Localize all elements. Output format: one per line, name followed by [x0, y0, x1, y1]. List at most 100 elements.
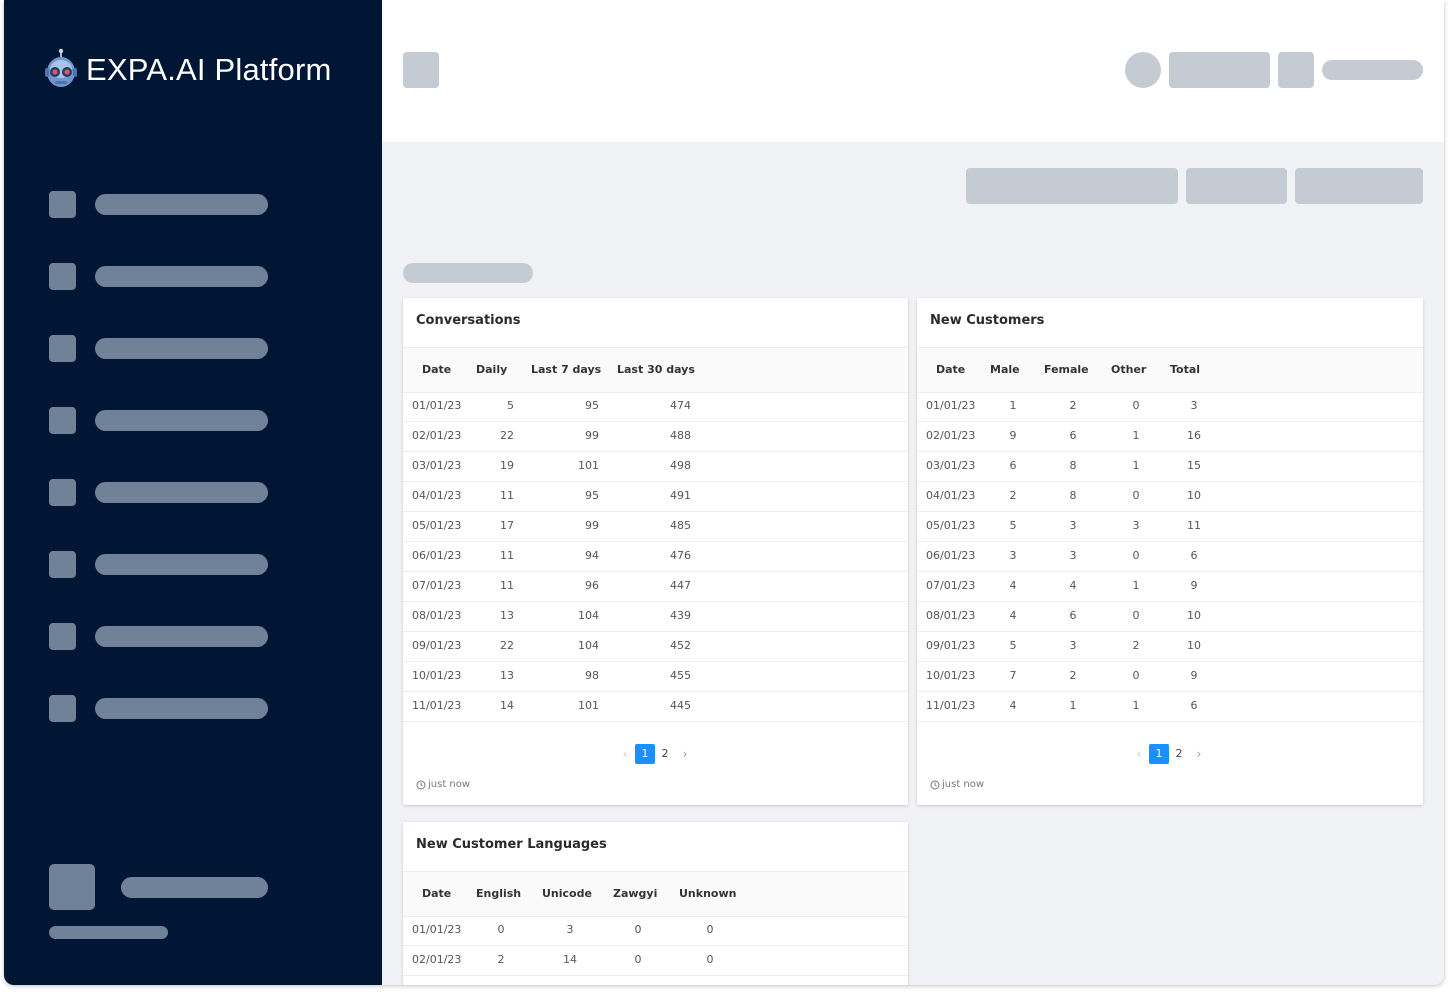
table-cell: 1: [1132, 699, 1140, 712]
header-avatar-placeholder[interactable]: [1125, 52, 1161, 88]
card-title: New Customers: [930, 313, 1045, 328]
table-cell: 96: [585, 579, 599, 592]
nav-icon-placeholder: [49, 334, 76, 362]
table-cell: 1: [1069, 699, 1077, 712]
app-title: EXPA.AI Platform: [86, 52, 332, 87]
column-header[interactable]: Unknown: [679, 872, 736, 916]
column-header[interactable]: Unicode: [542, 872, 592, 916]
table-cell: 452: [670, 639, 691, 652]
nav-label-placeholder: [95, 193, 268, 215]
table-cell: 3: [1132, 519, 1140, 532]
table-cell: 05/01/23: [926, 519, 976, 532]
table-row[interactable]: 11/01/23 4 1 1 6: [917, 691, 1423, 722]
table-cell: 13: [500, 669, 514, 682]
nav-icon-placeholder: [49, 694, 76, 722]
nav-item-1[interactable]: [49, 190, 268, 218]
table-row[interactable]: 08/01/23 13 104 439: [403, 601, 908, 632]
table-cell: 6: [1069, 429, 1077, 442]
column-header[interactable]: Female: [1044, 348, 1089, 392]
user-avatar-placeholder[interactable]: [49, 864, 95, 910]
table-cell: 11: [500, 549, 514, 562]
page-1-button[interactable]: 1: [635, 744, 655, 764]
table-cell: 9: [1009, 429, 1017, 442]
table-row[interactable]: 04/01/23 11 95 491: [403, 481, 908, 512]
column-header[interactable]: Date: [422, 872, 451, 916]
nav-item-2[interactable]: [49, 262, 268, 290]
page-2-button[interactable]: 2: [1169, 744, 1189, 764]
table-row[interactable]: 01/01/23 0 3 0 0: [403, 915, 908, 946]
table-row[interactable]: 09/01/23 22 104 452: [403, 631, 908, 662]
brand[interactable]: EXPA.AI Platform: [44, 48, 332, 92]
table-cell: 3: [1069, 639, 1077, 652]
table-cell: 7: [1009, 669, 1017, 682]
column-header[interactable]: Male: [990, 348, 1020, 392]
nav-item-8[interactable]: [49, 694, 268, 722]
table-cell: 15: [1187, 459, 1201, 472]
chevron-left-icon[interactable]: ‹: [615, 747, 635, 761]
table-row[interactable]: 04/01/23 2 8 0 10: [917, 481, 1423, 512]
column-header[interactable]: Zawgyi: [613, 872, 657, 916]
table-row[interactable]: 08/01/23 4 6 0 10: [917, 601, 1423, 632]
table-row[interactable]: 06/01/23 11 94 476: [403, 541, 908, 572]
column-header[interactable]: Last 7 days: [531, 348, 601, 392]
table-row[interactable]: 03/01/23 6 8 1 15: [917, 451, 1423, 482]
table-cell: 5: [1009, 519, 1017, 532]
nav-item-7[interactable]: [49, 622, 268, 650]
table-row[interactable]: 05/01/23 17 99 485: [403, 511, 908, 542]
filter-placeholder[interactable]: [966, 168, 1178, 204]
column-header[interactable]: Last 30 days: [617, 348, 695, 392]
table-row[interactable]: 02/01/23 2 14 0 0: [403, 945, 908, 976]
page-1-button[interactable]: 1: [1149, 744, 1169, 764]
nav-item-4[interactable]: [49, 406, 268, 434]
table-cell: 8: [1069, 459, 1077, 472]
nav-item-3[interactable]: [49, 334, 268, 362]
table-row[interactable]: 10/01/23 13 98 455: [403, 661, 908, 692]
table-row[interactable]: 03/01/23 19 101 498: [403, 451, 908, 482]
table-row[interactable]: 01/01/23 5 95 474: [403, 391, 908, 422]
column-header[interactable]: Total: [1170, 348, 1200, 392]
table-row[interactable]: 07/01/23 4 4 1 9: [917, 571, 1423, 602]
table-row[interactable]: 07/01/23 11 96 447: [403, 571, 908, 602]
column-header[interactable]: Date: [936, 348, 965, 392]
robot-logo-icon: [45, 48, 77, 87]
table-row[interactable]: 09/01/23 5 3 2 10: [917, 631, 1423, 662]
table-row[interactable]: 05/01/23 5 3 3 11: [917, 511, 1423, 542]
nav-item-5[interactable]: [49, 478, 268, 506]
action-button-placeholder[interactable]: [1186, 168, 1287, 204]
menu-toggle-placeholder[interactable]: [403, 52, 439, 88]
table-cell: 02/01/23: [926, 429, 976, 442]
table-row[interactable]: 02/01/23 22 99 488: [403, 421, 908, 452]
table-cell: 22: [500, 639, 514, 652]
table-cell: 6: [1190, 699, 1198, 712]
app-window: EXPA.AI Platform Conversations Date Dail…: [4, 0, 1444, 985]
table-cell: 2: [1069, 399, 1077, 412]
table-cell: 99: [585, 519, 599, 532]
chevron-right-icon[interactable]: ›: [675, 747, 695, 761]
column-header[interactable]: Other: [1111, 348, 1146, 392]
table-cell: 2: [1069, 669, 1077, 682]
table-cell: 11: [500, 489, 514, 502]
table-cell: 0: [706, 923, 714, 936]
table-header: Date Male Female Other Total: [917, 347, 1423, 393]
chevron-left-icon[interactable]: ‹: [1129, 747, 1149, 761]
column-header[interactable]: Date: [422, 348, 451, 392]
page-2-button[interactable]: 2: [655, 744, 675, 764]
header-button-placeholder[interactable]: [1169, 52, 1270, 88]
table-row[interactable]: 11/01/23 14 101 445: [403, 691, 908, 722]
last-updated: just now: [416, 779, 470, 790]
table-cell: 104: [578, 639, 599, 652]
table-row[interactable]: 06/01/23 3 3 0 6: [917, 541, 1423, 572]
column-header[interactable]: Daily: [476, 348, 507, 392]
table-row[interactable]: 10/01/23 7 2 0 9: [917, 661, 1423, 692]
nav-item-6[interactable]: [49, 550, 268, 578]
table-cell: 08/01/23: [926, 609, 976, 622]
table-cell: 95: [585, 489, 599, 502]
action-button-placeholder[interactable]: [1295, 168, 1423, 204]
header-icon-placeholder[interactable]: [1278, 52, 1314, 88]
column-header[interactable]: English: [476, 872, 521, 916]
table-row[interactable]: 01/01/23 1 2 0 3: [917, 391, 1423, 422]
chevron-right-icon[interactable]: ›: [1189, 747, 1209, 761]
table-cell: 0: [634, 953, 642, 966]
table-cell: 14: [500, 699, 514, 712]
table-row[interactable]: 02/01/23 9 6 1 16: [917, 421, 1423, 452]
